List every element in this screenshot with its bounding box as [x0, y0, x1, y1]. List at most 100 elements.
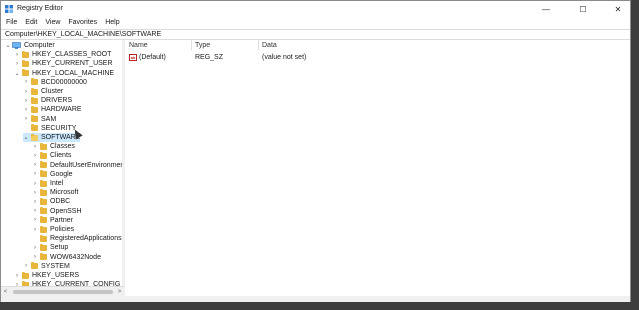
tree-item[interactable]: › OpenSSH — [32, 207, 82, 216]
tree-item[interactable]: › Intel — [32, 179, 63, 188]
folder-icon — [22, 50, 29, 58]
menu-favorites[interactable]: Favorites — [65, 17, 100, 28]
chevron-right-icon[interactable]: › — [23, 96, 29, 105]
tree-item[interactable]: › Cluster — [23, 87, 63, 96]
string-value-icon: ab — [129, 54, 137, 61]
tree-item[interactable]: › Policies — [32, 225, 74, 234]
tree-item[interactable]: › SAM — [23, 115, 56, 124]
tree-item[interactable]: › Google — [32, 170, 73, 179]
tree-item[interactable]: › HKEY_CURRENT_USER — [14, 59, 113, 68]
chevron-right-icon[interactable]: › — [32, 207, 38, 216]
chevron-right-icon[interactable]: › — [14, 59, 20, 68]
tree-item[interactable]: RegisteredApplications — [32, 234, 122, 243]
chevron-right-icon[interactable]: › — [32, 161, 38, 170]
chevron-right-icon[interactable]: › — [32, 216, 38, 225]
chevron-right-icon[interactable]: › — [32, 225, 38, 234]
tree-item[interactable]: › Setup — [32, 243, 68, 252]
tree-item-label: Partner — [50, 216, 73, 224]
column-header-data[interactable]: Data — [262, 42, 277, 49]
menu-help[interactable]: Help — [102, 17, 122, 28]
chevron-right-icon[interactable]: › — [32, 243, 38, 252]
chevron-right-icon[interactable]: › — [23, 78, 29, 87]
folder-icon — [22, 59, 29, 67]
folder-icon — [40, 253, 47, 261]
close-button[interactable]: ✕ — [604, 1, 632, 17]
tree-item-label: Google — [50, 170, 73, 178]
tree-item[interactable]: › Clients — [32, 151, 71, 160]
tree-item[interactable]: SECURITY — [23, 124, 76, 133]
column-divider[interactable] — [258, 40, 259, 50]
tree-item-label: WOW6432Node — [50, 253, 101, 261]
minimize-button[interactable]: — — [532, 1, 560, 17]
chevron-right-icon[interactable]: › — [32, 253, 38, 262]
column-divider[interactable] — [191, 40, 192, 50]
title-bar[interactable]: Registry Editor — ☐ ✕ — [1, 1, 630, 17]
tree-item[interactable]: › WOW6432Node — [32, 253, 101, 262]
value-row[interactable]: ab (Default) REG_SZ (value not set) — [125, 53, 631, 62]
folder-icon — [31, 115, 38, 123]
minimize-icon: — — [542, 4, 550, 14]
folder-icon — [31, 124, 38, 132]
tree-item[interactable]: › Partner — [32, 216, 73, 225]
window-title: Registry Editor — [17, 5, 63, 12]
menu-view[interactable]: View — [42, 17, 63, 28]
value-data: (value not set) — [262, 54, 307, 61]
tree-item[interactable]: › HARDWARE — [23, 105, 82, 114]
address-bar[interactable]: Computer\HKEY_LOCAL_MACHINE\SOFTWARE — [1, 29, 630, 40]
tree-item-label: HARDWARE — [41, 106, 82, 114]
column-header-name[interactable]: Name — [129, 42, 148, 49]
folder-icon — [22, 69, 29, 77]
tree-item-label: Microsoft — [50, 189, 79, 197]
menu-edit[interactable]: Edit — [22, 17, 40, 28]
status-bar — [1, 296, 630, 302]
tree-item[interactable]: › DefaultUserEnvironment — [32, 161, 123, 170]
tree-item[interactable]: › HKEY_USERS — [14, 271, 79, 280]
chevron-right-icon[interactable]: › — [23, 262, 29, 271]
tree-item-label: HKEY_LOCAL_MACHINE — [32, 69, 115, 77]
chevron-right-icon[interactable]: › — [23, 115, 29, 124]
chevron-right-icon[interactable]: › — [32, 179, 38, 188]
folder-icon — [40, 151, 47, 159]
tree-item-label: DefaultUserEnvironment — [50, 161, 123, 169]
tree-item[interactable]: › ODBC — [32, 197, 70, 206]
registry-editor-window: Registry Editor — ☐ ✕ File Edit View Fav… — [0, 0, 631, 302]
chevron-right-icon[interactable]: › — [23, 87, 29, 96]
tree-item[interactable]: › DRIVERS — [23, 96, 72, 105]
chevron-right-icon[interactable]: › — [23, 105, 29, 114]
folder-icon — [40, 161, 47, 169]
folder-icon — [40, 179, 47, 187]
menu-bar: File Edit View Favorites Help — [1, 17, 630, 28]
chevron-right-icon[interactable]: › — [32, 142, 38, 151]
tree-item[interactable]: › Microsoft — [32, 188, 78, 197]
column-header-type[interactable]: Type — [195, 42, 210, 49]
tree-item[interactable]: ⌄ SOFTWARE — [23, 133, 81, 142]
tree-item[interactable]: › BCD00000000 — [23, 78, 87, 87]
chevron-down-icon[interactable]: ⌄ — [5, 41, 11, 50]
tree-item[interactable]: ⌄ Computer — [5, 41, 54, 50]
chevron-right-icon[interactable]: › — [14, 271, 20, 280]
chevron-right-icon[interactable]: › — [32, 197, 38, 206]
chevron-right-icon[interactable]: › — [32, 170, 38, 179]
maximize-button[interactable]: ☐ — [569, 1, 597, 17]
menu-file[interactable]: File — [3, 17, 20, 28]
tree-item-label: BCD00000000 — [41, 78, 87, 86]
tree-item[interactable]: › SYSTEM — [23, 262, 70, 271]
scroll-thumb[interactable] — [13, 290, 113, 294]
chevron-right-icon[interactable]: › — [32, 151, 38, 160]
tree-item-label: Clients — [50, 152, 72, 160]
tree-item[interactable]: ⌄ HKEY_LOCAL_MACHINE — [14, 69, 114, 78]
tree-item[interactable]: › HKEY_CLASSES_ROOT — [14, 50, 111, 59]
folder-icon — [40, 170, 47, 178]
folder-icon — [31, 87, 38, 95]
close-icon: ✕ — [614, 4, 622, 14]
chevron-down-icon[interactable]: ⌄ — [23, 133, 29, 142]
tree-item[interactable]: › Classes — [32, 142, 75, 151]
chevron-down-icon[interactable]: ⌄ — [14, 69, 20, 78]
tree-item-label: HKEY_USERS — [32, 272, 80, 279]
chevron-right-icon[interactable]: › — [14, 50, 20, 59]
folder-icon — [40, 207, 47, 215]
chevron-right-icon[interactable]: › — [32, 188, 38, 197]
folder-icon — [22, 271, 29, 279]
